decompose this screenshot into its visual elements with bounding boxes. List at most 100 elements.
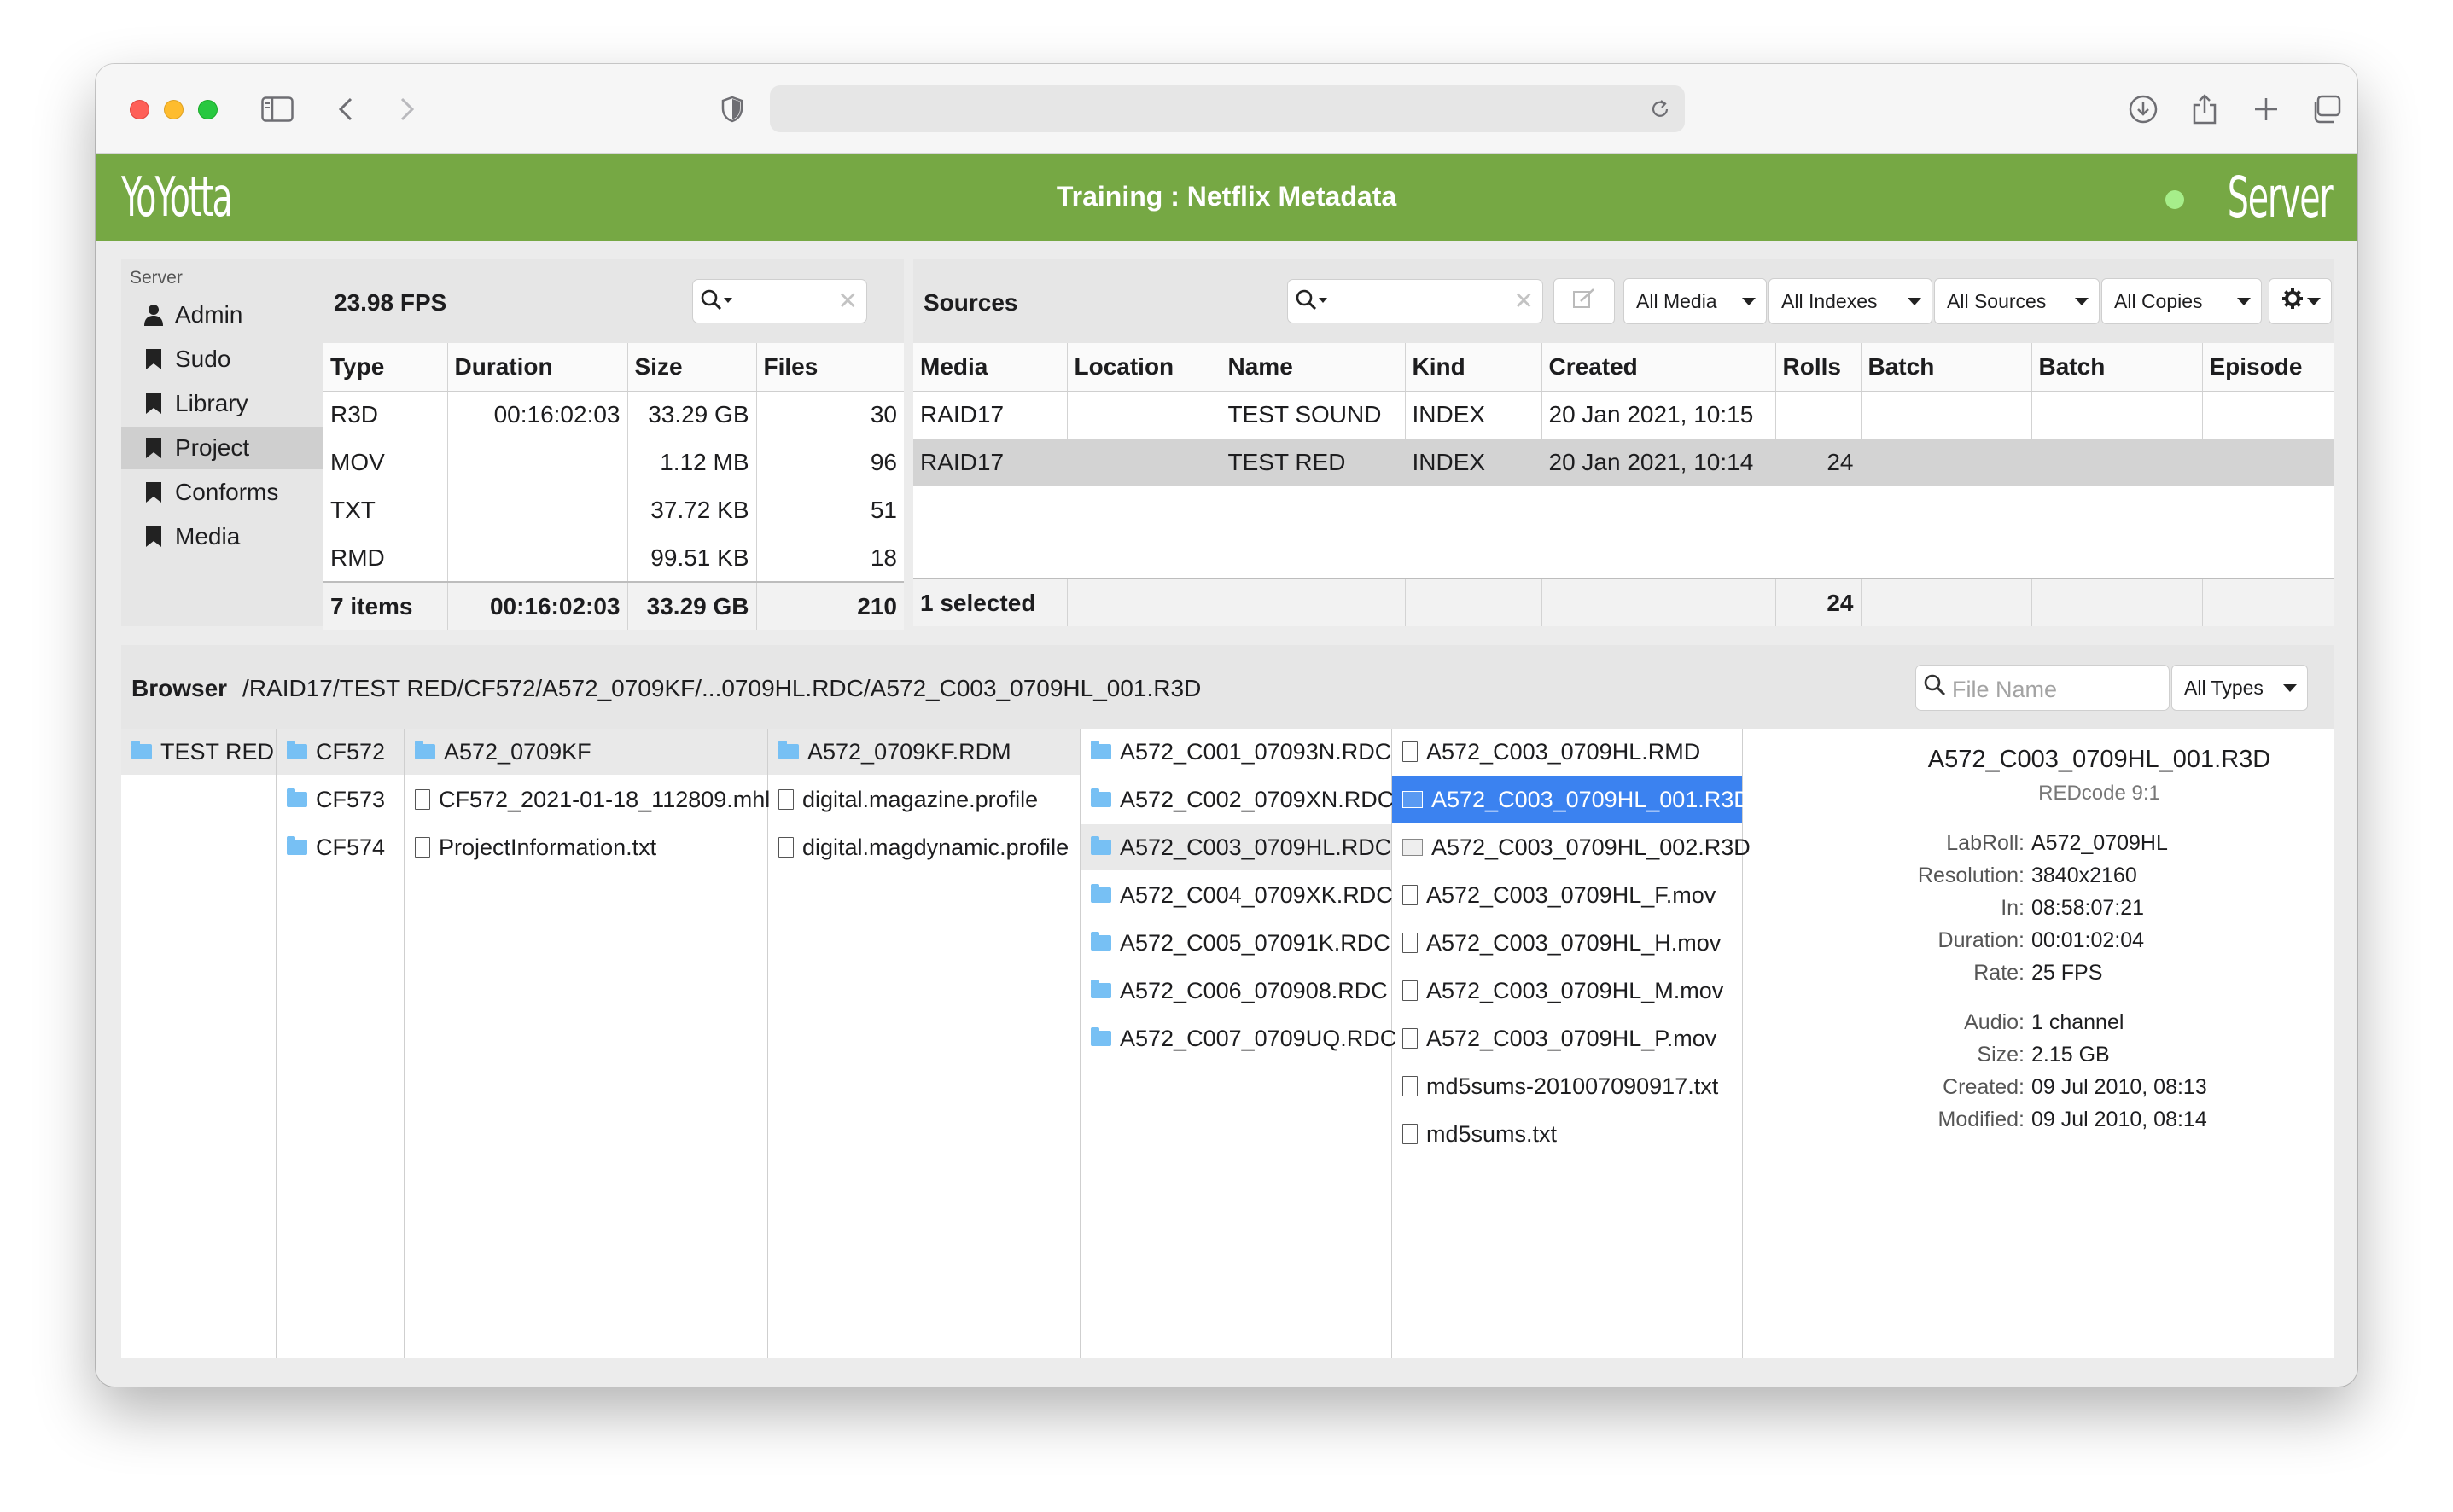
batch-cell: [2031, 439, 2203, 486]
folder-item[interactable]: CF574: [277, 824, 385, 870]
sidebar-item-conforms[interactable]: Conforms: [121, 471, 323, 514]
file-name-search-input[interactable]: File Name: [1915, 665, 2170, 711]
file-item[interactable]: A572_C003_0709HL_M.mov: [1392, 968, 1723, 1014]
folder-label: A572_C007_0709UQ.RDC: [1120, 1025, 1397, 1051]
folder-item[interactable]: A572_C005_07091K.RDC: [1081, 920, 1390, 966]
sidebar-item-media[interactable]: Media: [121, 515, 323, 558]
folder-item[interactable]: TEST RED: [121, 729, 276, 775]
type-filter-dropdown[interactable]: All Types: [2171, 665, 2308, 711]
files-cell: 51: [870, 497, 897, 523]
folder-item[interactable]: A572_C002_0709XN.RDC: [1081, 776, 1394, 823]
file-item[interactable]: CF572_2021-01-18_112809.mhl: [405, 776, 770, 823]
column-header[interactable]: Duration: [447, 343, 628, 392]
tab-overview-icon[interactable]: [2306, 90, 2345, 129]
address-bar[interactable]: [770, 85, 1685, 132]
sidebar-item-admin[interactable]: Admin: [121, 294, 323, 336]
file-item[interactable]: A572_C003_0709HL_H.mov: [1392, 920, 1721, 966]
created-cell: 20 Jan 2021, 10:14: [1541, 439, 1776, 486]
folder-item[interactable]: A572_0709KF.RDM: [768, 729, 1080, 775]
column-header[interactable]: Location: [1067, 343, 1221, 392]
column-header[interactable]: Batch: [1861, 343, 2032, 392]
breadcrumb[interactable]: /RAID17/TEST RED/CF572/A572_0709KF/...07…: [242, 675, 1201, 701]
sidebar-item-project[interactable]: Project: [121, 427, 323, 469]
column-header[interactable]: Kind: [1405, 343, 1542, 392]
sidebar-toggle-icon[interactable]: [258, 90, 297, 129]
table-row[interactable]: R3D 00:16:02:03 33.29 GB 30: [323, 391, 904, 439]
metadata-row: Rate: 25 FPS: [1865, 961, 2334, 993]
files-cell: 18: [870, 544, 897, 571]
column-header[interactable]: Rolls: [1775, 343, 1862, 392]
close-window-button[interactable]: [130, 100, 149, 119]
search-icon: [1923, 673, 1949, 703]
file-item[interactable]: A572_C003_0709HL.RMD: [1392, 729, 1700, 775]
total-rolls: 24: [1775, 578, 1862, 626]
download-icon[interactable]: [2124, 90, 2163, 129]
folder-item[interactable]: A572_C006_070908.RDC: [1081, 968, 1388, 1014]
column-header[interactable]: Name: [1221, 343, 1406, 392]
type-cell: MOV: [323, 439, 448, 486]
table-row[interactable]: MOV 1.12 MB 96: [323, 439, 904, 486]
table-row-selected[interactable]: RAID17 TEST RED INDEX 20 Jan 2021, 10:14…: [913, 439, 2334, 486]
file-item[interactable]: digital.magdynamic.profile: [768, 824, 1069, 870]
column-header[interactable]: Created: [1541, 343, 1776, 392]
table-row[interactable]: RMD 99.51 KB 18: [323, 534, 904, 582]
back-icon[interactable]: [326, 90, 365, 129]
copies-filter-dropdown[interactable]: All Copies: [2101, 278, 2262, 324]
folder-item[interactable]: A572_C007_0709UQ.RDC: [1081, 1015, 1396, 1061]
privacy-shield-icon[interactable]: [713, 90, 752, 129]
edit-button[interactable]: [1553, 278, 1615, 324]
clear-icon[interactable]: ✕: [1514, 287, 1534, 315]
folder-item[interactable]: CF573: [277, 776, 385, 823]
column-header[interactable]: Files: [756, 343, 904, 392]
dropdown-label: All Copies: [2114, 289, 2203, 312]
folder-item[interactable]: A572_C001_07093N.RDC: [1081, 729, 1391, 775]
file-item[interactable]: ProjectInformation.txt: [405, 824, 656, 870]
stats-table: Type Duration Size Files R3D 00:16:02:03…: [323, 343, 904, 630]
new-tab-icon[interactable]: [2246, 90, 2286, 129]
reload-icon[interactable]: [1649, 97, 1671, 125]
browser-column-6: A572_C003_0709HL.RMD A572_C003_0709HL_00…: [1392, 729, 1751, 1358]
sidebar-item-sudo[interactable]: Sudo: [121, 338, 323, 381]
file-item[interactable]: A572_C003_0709HL_002.R3D: [1392, 824, 1751, 870]
table-row[interactable]: RAID17 TEST SOUND INDEX 20 Jan 2021, 10:…: [913, 391, 2334, 439]
browser-toolbar: [96, 64, 2357, 154]
file-item[interactable]: A572_C003_0709HL_P.mov: [1392, 1015, 1716, 1061]
metadata-key: Resolution:: [1917, 864, 2025, 887]
file-item-selected[interactable]: A572_C003_0709HL_001.R3D: [1392, 776, 1751, 823]
clear-icon[interactable]: ✕: [838, 287, 858, 315]
type-cell: RMD: [323, 534, 448, 582]
settings-menu-button[interactable]: [2269, 278, 2332, 324]
column-header[interactable]: Media: [913, 343, 1068, 392]
table-row[interactable]: TXT 37.72 KB 51: [323, 486, 904, 534]
footer-cell: [2202, 578, 2334, 626]
stats-search-input[interactable]: ✕: [692, 279, 867, 323]
index-filter-dropdown[interactable]: All Indexes: [1768, 278, 1932, 324]
sidebar-item-library[interactable]: Library: [121, 382, 323, 425]
metadata-value: 08:58:07:21: [2031, 896, 2145, 920]
sources-search-input[interactable]: ✕: [1287, 279, 1543, 323]
share-icon[interactable]: [2185, 90, 2224, 129]
forward-icon[interactable]: [387, 90, 427, 129]
file-item[interactable]: digital.magazine.profile: [768, 776, 1038, 823]
file-item[interactable]: md5sums.txt: [1392, 1111, 1557, 1157]
column-header[interactable]: Type: [323, 343, 448, 392]
bookmark-icon: [143, 348, 165, 370]
file-item[interactable]: A572_C003_0709HL_F.mov: [1392, 872, 1716, 918]
column-header[interactable]: Size: [627, 343, 757, 392]
folder-item[interactable]: A572_0709KF: [405, 729, 767, 775]
folder-item[interactable]: A572_C004_0709XK.RDC: [1081, 872, 1393, 918]
media-filter-dropdown[interactable]: All Media: [1623, 278, 1767, 324]
file-icon: [415, 789, 430, 810]
column-header[interactable]: Batch: [2031, 343, 2203, 392]
zoom-window-button[interactable]: [198, 100, 218, 119]
folder-item[interactable]: A572_C003_0709HL.RDC: [1081, 824, 1391, 870]
column-header[interactable]: Episode: [2202, 343, 2334, 392]
folder-item[interactable]: CF572: [277, 729, 404, 775]
folder-label: A572_0709KF.RDM: [807, 738, 1011, 765]
metadata-value: 25 FPS: [2031, 961, 2103, 985]
source-filter-dropdown[interactable]: All Sources: [1934, 278, 2100, 324]
minimize-window-button[interactable]: [164, 100, 184, 119]
metadata-value: 2.15 GB: [2031, 1043, 2110, 1067]
file-item[interactable]: md5sums-201007090917.txt: [1392, 1063, 1718, 1109]
browser-header: Browser/RAID17/TEST RED/CF572/A572_0709K…: [121, 645, 2334, 729]
